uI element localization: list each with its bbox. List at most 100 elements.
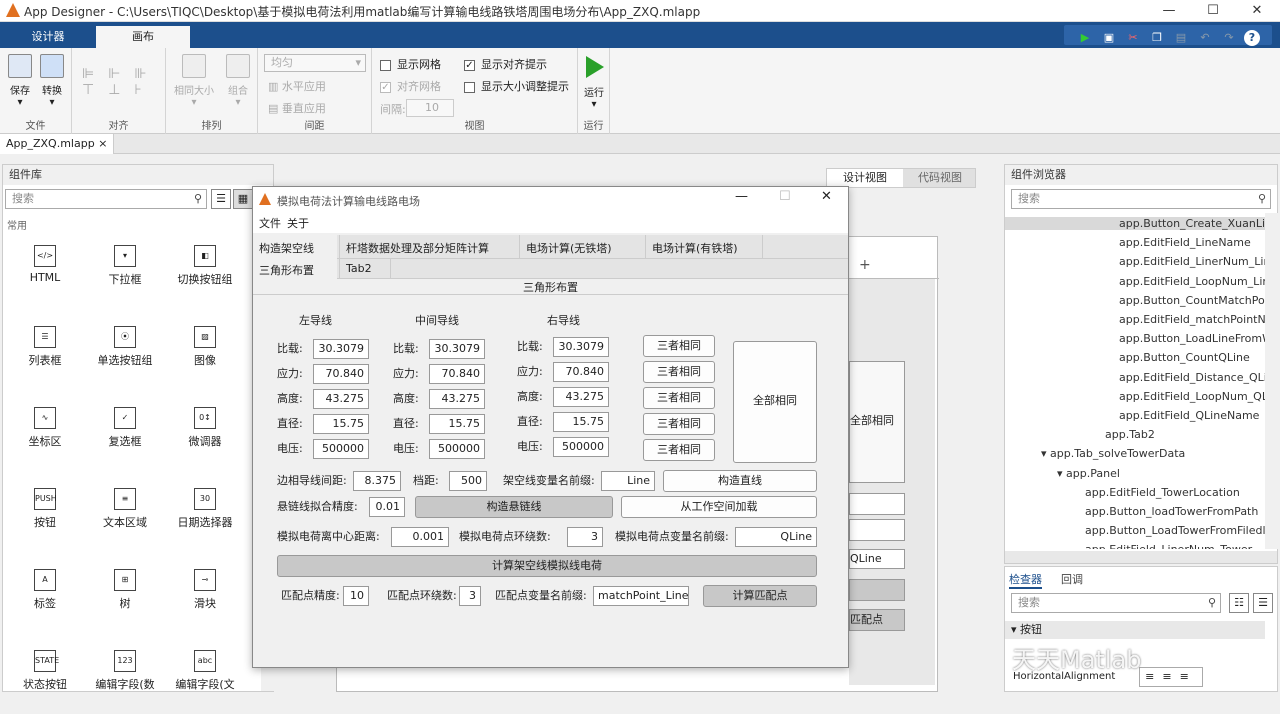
component-3[interactable]: ☰ 列表框	[9, 326, 81, 368]
value-field-mid[interactable]: 43.275	[429, 389, 485, 409]
charge-prefix-field[interactable]: QLine	[735, 527, 817, 547]
value-field-right[interactable]: 43.275	[553, 387, 609, 407]
save-button[interactable]: 保存 ▾	[2, 54, 38, 108]
help-icon[interactable]: ?	[1244, 30, 1260, 46]
copy-icon[interactable]: ❐	[1148, 30, 1166, 46]
canvas-match-button[interactable]: 匹配点	[849, 609, 905, 631]
same-three-button[interactable]: 三者相同	[643, 335, 715, 357]
inspector-search-input[interactable]: 搜索 ⚲	[1011, 593, 1221, 613]
h-apply-button[interactable]: ▥ 水平应用	[268, 78, 326, 94]
ring-field[interactable]: 3	[567, 527, 603, 547]
document-tab[interactable]: App_ZXQ.mlapp ×	[0, 134, 115, 154]
callback-tab[interactable]: 回调	[1061, 571, 1083, 587]
tree-item[interactable]: app.EditField_LinerNum_Tower	[1085, 543, 1252, 549]
value-field-right[interactable]: 500000	[553, 437, 609, 457]
canvas-all-same-button[interactable]: 全部相同	[849, 361, 905, 483]
redo-icon[interactable]: ↷	[1220, 30, 1238, 46]
span-field[interactable]: 500	[449, 471, 487, 491]
interval-spinner[interactable]: 10	[406, 99, 454, 117]
match-prefix-field[interactable]: matchPoint_Line	[593, 586, 689, 606]
component-11[interactable]: 30 日期选择器	[169, 488, 241, 530]
code-view-button[interactable]: 代码视图	[903, 169, 977, 187]
canvas-compute-ghost[interactable]	[849, 579, 905, 601]
snap-grid-checkbox[interactable]: ✓ 对齐网格	[380, 78, 441, 94]
tree-item[interactable]: app.Tab2	[1105, 428, 1155, 441]
tab-canvas[interactable]: 画布	[96, 26, 190, 48]
library-search-input[interactable]: 搜索 ⚲	[5, 189, 207, 209]
all-same-button[interactable]: 全部相同	[733, 341, 817, 463]
tree-item[interactable]: app.EditField_LoopNum_QLin	[1119, 390, 1265, 403]
tree-item[interactable]: app.Button_LoadLineFromWo	[1119, 332, 1265, 345]
design-view-button[interactable]: 设计视图	[827, 169, 903, 187]
canvas-button-ghost[interactable]	[849, 519, 905, 541]
component-14[interactable]: ⊸ 滑块	[169, 569, 241, 611]
minimize-button[interactable]: —	[1146, 0, 1192, 22]
cut-icon[interactable]: ✂	[1124, 30, 1142, 46]
list-view-icon[interactable]: ☰	[211, 189, 231, 209]
build-line-button[interactable]: 构造直线	[663, 470, 817, 492]
tree-item[interactable]: app.EditField_LinerNum_Line	[1119, 255, 1265, 268]
component-15[interactable]: STATE 状态按钮	[9, 650, 81, 692]
grouped-view-icon[interactable]: ☷	[1229, 593, 1249, 613]
match-prec-field[interactable]: 10	[343, 586, 369, 606]
inspector-section[interactable]: ▾ 按钮	[1005, 621, 1265, 639]
component-10[interactable]: ≡ 文本区域	[89, 488, 161, 530]
browser-h-scrollbar[interactable]	[1005, 551, 1277, 563]
run-button[interactable]: 运行 ▾	[576, 54, 612, 110]
tree-item[interactable]: app.EditField_matchPointNam	[1119, 313, 1265, 326]
convert-button[interactable]: 转换 ▾	[34, 54, 70, 108]
expand-icon[interactable]: ▾	[1057, 467, 1066, 480]
match-ring-field[interactable]: 3	[459, 586, 481, 606]
tree-item[interactable]: app.EditField_LoopNum_Line	[1119, 275, 1265, 288]
value-field-right[interactable]: 15.75	[553, 412, 609, 432]
value-field-left[interactable]: 43.275	[313, 389, 369, 409]
value-field-mid[interactable]: 500000	[429, 439, 485, 459]
value-field-left[interactable]: 15.75	[313, 414, 369, 434]
menu-file[interactable]: 文件	[259, 215, 281, 231]
component-9[interactable]: PUSH 按钮	[9, 488, 81, 530]
tab-triangle[interactable]: 三角形布置	[253, 259, 337, 279]
save-quick-icon[interactable]: ▣	[1100, 30, 1118, 46]
component-1[interactable]: ▾ 下拉框	[89, 245, 161, 287]
compute-match-button[interactable]: 计算匹配点	[703, 585, 817, 607]
value-field-right[interactable]: 70.840	[553, 362, 609, 382]
add-tab-button[interactable]: +	[849, 257, 939, 279]
tab-field-tower[interactable]: 电场计算(有铁塔)	[645, 235, 763, 259]
canvas-qline-field[interactable]: QLine	[849, 549, 905, 569]
canvas-button-ghost[interactable]	[849, 493, 905, 515]
edge-dist-field[interactable]: 8.375	[353, 471, 401, 491]
group-button[interactable]: 组合 ▾	[220, 54, 256, 108]
same-three-button[interactable]: 三者相同	[643, 439, 715, 461]
tree-item[interactable]: ▾ app.Panel	[1057, 467, 1120, 480]
run-quick-icon[interactable]: ▶	[1076, 30, 1094, 46]
component-7[interactable]: ✓ 复选框	[89, 407, 161, 449]
value-field-left[interactable]: 30.3079	[313, 339, 369, 359]
expand-icon[interactable]: ▾	[1041, 447, 1050, 460]
tree-item[interactable]: app.EditField_QLineName	[1119, 409, 1259, 422]
maximize-button[interactable]: ☐	[1190, 0, 1236, 22]
tree-item[interactable]: app.Button_CountMatchPoint	[1119, 294, 1265, 307]
catenary-field[interactable]: 0.01	[369, 497, 405, 517]
alignment-buttons[interactable]: ≡≡≡	[1139, 667, 1203, 687]
tab-build-line[interactable]: 构造架空线	[253, 235, 337, 259]
tab-tower-data[interactable]: 杆塔数据处理及部分矩阵计算	[339, 235, 519, 259]
component-2[interactable]: ◧ 切换按钮组	[169, 245, 241, 287]
component-16[interactable]: 123 编辑字段(数	[89, 650, 161, 692]
tree-item[interactable]: ▾ app.Tab_solveTowerData	[1041, 447, 1185, 460]
show-resize-hints-checkbox[interactable]: 显示大小调整提示	[464, 78, 569, 94]
grid-view-icon[interactable]: ▦	[233, 189, 253, 209]
inspector-tab[interactable]: 检查器	[1009, 571, 1042, 589]
browser-search-input[interactable]: 搜索 ⚲	[1011, 189, 1271, 209]
tab-designer[interactable]: 设计器	[8, 26, 88, 48]
load-workspace-button[interactable]: 从工作空间加载	[621, 496, 817, 518]
app-maximize-button[interactable]: ☐	[779, 189, 791, 204]
undo-icon[interactable]: ↶	[1196, 30, 1214, 46]
browser-scrollbar[interactable]	[1265, 213, 1278, 549]
component-17[interactable]: abc 编辑字段(文	[169, 650, 241, 692]
component-5[interactable]: ▨ 图像	[169, 326, 241, 368]
spacing-select[interactable]: 均匀 ▾	[264, 54, 366, 72]
tree-item[interactable]: app.Button_LoadTowerFromFiledlg	[1085, 524, 1265, 537]
v-apply-button[interactable]: ▤ 垂直应用	[268, 100, 326, 116]
center-dist-field[interactable]: 0.001	[391, 527, 449, 547]
tree-item[interactable]: app.Button_CountQLine	[1119, 351, 1250, 364]
